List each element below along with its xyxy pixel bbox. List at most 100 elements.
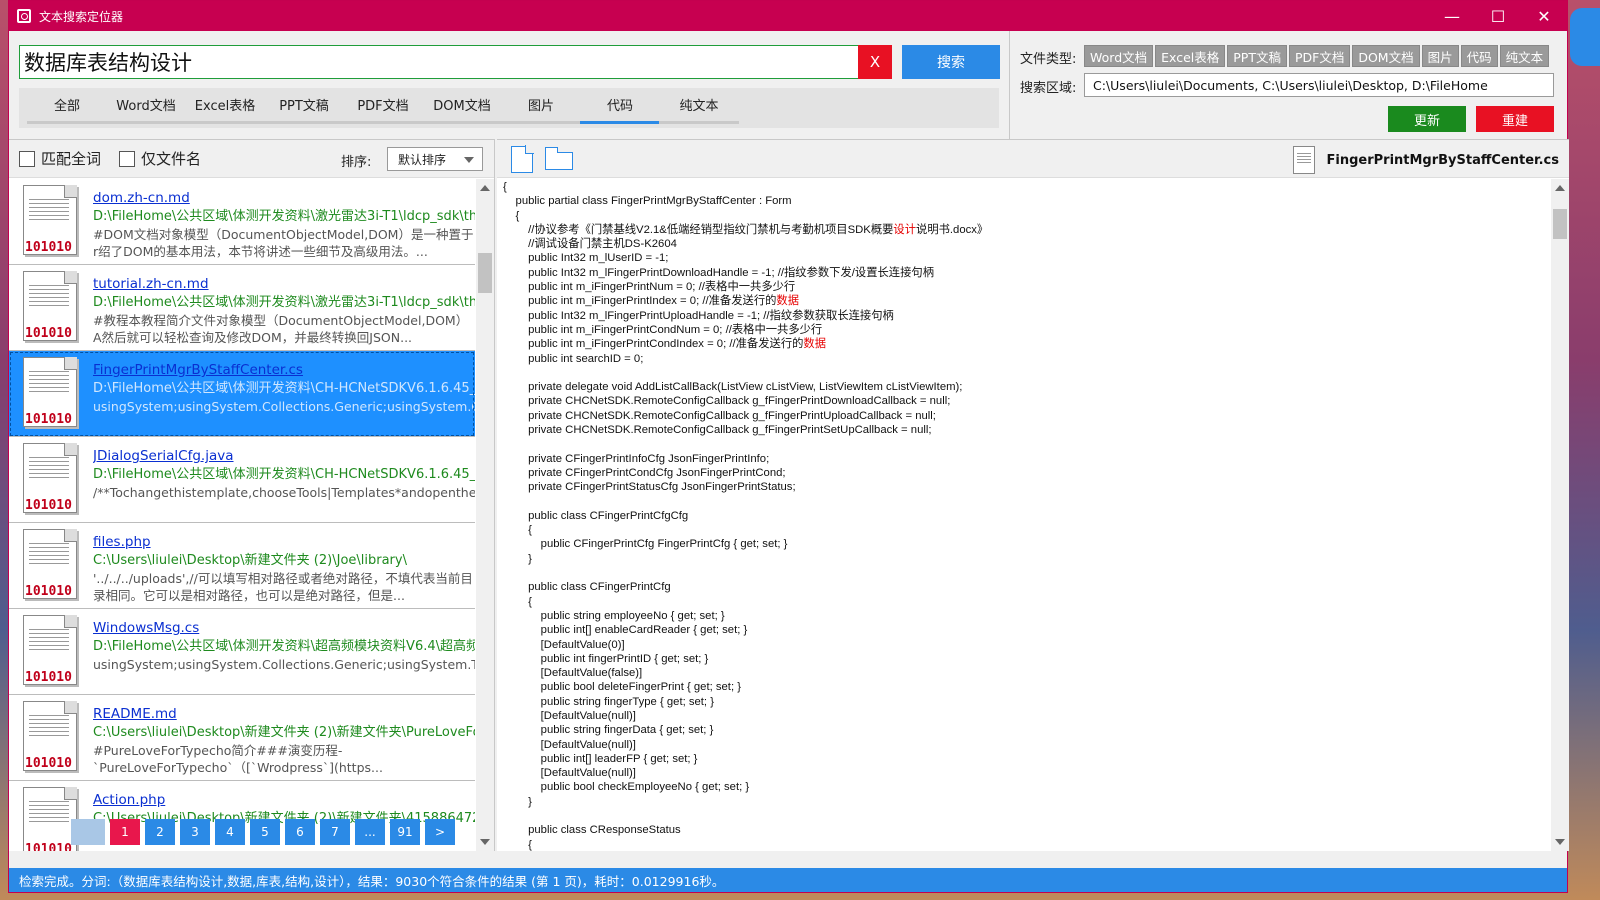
- code-line: public string fingerType { get; set; }: [503, 695, 714, 708]
- tab-image[interactable]: 图片: [501, 88, 581, 124]
- tab-ppt[interactable]: PPT文稿: [264, 88, 344, 124]
- tab-pdf[interactable]: PDF文档: [343, 88, 423, 124]
- open-file-icon[interactable]: [511, 145, 534, 173]
- code-line: public int m_iFingerPrintCondNum = 0; //…: [503, 323, 823, 336]
- scroll-up-icon[interactable]: [1555, 185, 1565, 191]
- rebuild-index-button[interactable]: 重建: [1476, 106, 1554, 132]
- scroll-down-icon[interactable]: [480, 839, 490, 845]
- scroll-up-icon[interactable]: [480, 185, 490, 191]
- page-button[interactable]: 2: [145, 819, 175, 845]
- result-file-name[interactable]: dom.zh-cn.md: [93, 189, 475, 207]
- file-type-chip-word[interactable]: Word文档: [1084, 45, 1154, 67]
- tab-all[interactable]: 全部: [27, 88, 107, 124]
- maximize-button[interactable]: ☐: [1475, 1, 1521, 31]
- search-button[interactable]: 搜索: [902, 45, 1000, 79]
- code-preview[interactable]: { public partial class FingerPrintMgrByS…: [497, 179, 1549, 851]
- file-type-chip-ppt[interactable]: PPT文稿: [1227, 45, 1287, 67]
- checkbox-box[interactable]: [119, 150, 136, 167]
- status-bar: 检索完成。分词:（数据库表结构设计,数据,库表,结构,设计），结果：9030个符…: [9, 868, 1567, 892]
- tab-dom[interactable]: DOM文档: [422, 88, 502, 124]
- result-file-name[interactable]: FingerPrintMgrByStaffCenter.cs: [93, 361, 475, 379]
- tab-plaintext[interactable]: 纯文本: [659, 88, 739, 124]
- sort-select[interactable]: 默认排序: [387, 147, 483, 171]
- file-type-chip-pdf[interactable]: PDF文档: [1288, 45, 1351, 67]
- page-button[interactable]: 4: [215, 819, 245, 845]
- code-line: public Int32 m_lUserID = -1;: [503, 252, 669, 265]
- pagination: 1 2 3 4 5 6 7 ... 91 >: [71, 819, 460, 845]
- code-line: [DefaultValue(null)]: [503, 767, 636, 780]
- search-area-input[interactable]: [1084, 73, 1554, 97]
- side-assistant-icon[interactable]: [1570, 8, 1600, 66]
- code-line: private CHCNetSDK.RemoteConfigCallback g…: [503, 424, 932, 437]
- update-index-button[interactable]: 更新: [1388, 106, 1466, 132]
- open-folder-icon[interactable]: [544, 147, 573, 170]
- code-line: public class CFingerPrintCfg: [503, 581, 671, 594]
- chevron-down-icon: [464, 157, 474, 163]
- result-options: 匹配全词 仅文件名 排序: 默认排序: [9, 140, 494, 178]
- checkbox-box[interactable]: [19, 150, 35, 167]
- file-type-chip-code[interactable]: 代码: [1460, 45, 1498, 67]
- result-file-name[interactable]: tutorial.zh-cn.md: [93, 275, 475, 293]
- preview-file-header: FingerPrintMgrByStaffCenter.cs: [1292, 146, 1559, 174]
- code-line: //调试设备门禁主机DS-K2604: [503, 238, 677, 251]
- page-ellipsis[interactable]: ...: [355, 819, 385, 845]
- result-file-name[interactable]: WindowsMsg.cs: [93, 619, 475, 637]
- file-type-chip-dom[interactable]: DOM文档: [1352, 45, 1420, 67]
- tab-code[interactable]: 代码: [580, 88, 660, 124]
- code-line: {: [503, 838, 532, 851]
- scroll-down-icon[interactable]: [1555, 839, 1565, 845]
- result-file-path: D:\FileHome\公共区域\体测开发资料\超高频模块资料V6.4\超高频模: [93, 639, 475, 654]
- title-bar[interactable]: 文本搜索定位器 — ☐ ✕: [9, 1, 1567, 31]
- keyword-highlight: 设计: [893, 223, 917, 236]
- preview-scrollbar[interactable]: [1551, 179, 1569, 851]
- result-file-path: D:\FileHome\公共区域\体测开发资料\CH-HCNetSDKV6.1.…: [93, 467, 475, 482]
- result-file-path: D:\FileHome\公共区域\体测开发资料\激光雷达3i-T1\ldcp_s…: [93, 209, 475, 224]
- page-button-current[interactable]: 1: [110, 819, 140, 845]
- file-type-chip-image[interactable]: 图片: [1421, 45, 1459, 67]
- search-input[interactable]: [19, 45, 859, 79]
- results-scrollbar[interactable]: [476, 179, 494, 851]
- code-line: public class CFingerPrintCfgCfg: [503, 509, 689, 522]
- code-line: private CHCNetSDK.RemoteConfigCallback g…: [503, 409, 936, 422]
- tab-word[interactable]: Word文档: [106, 88, 186, 124]
- preview-toolbar: FingerPrintMgrByStaffCenter.cs: [497, 140, 1569, 178]
- page-button[interactable]: 6: [285, 819, 315, 845]
- code-file-icon: 101010: [23, 529, 81, 601]
- result-item[interactable]: 101010 dom.zh-cn.md D:\FileHome\公共区域\体测开发…: [9, 179, 475, 265]
- result-file-path: C:\Users\liulei\Desktop\新建文件夹 (2)\新建文件夹\…: [93, 725, 475, 740]
- filename-only-checkbox[interactable]: 仅文件名: [119, 148, 201, 169]
- result-item[interactable]: 101010 README.md C:\Users\liulei\Desktop\…: [9, 695, 475, 781]
- file-type-chip-excel[interactable]: Excel表格: [1155, 45, 1226, 67]
- page-next-button[interactable]: >: [425, 819, 455, 845]
- result-file-name[interactable]: README.md: [93, 705, 475, 723]
- result-file-name[interactable]: files.php: [93, 533, 475, 551]
- close-button[interactable]: ✕: [1521, 1, 1567, 31]
- page-button[interactable]: 5: [250, 819, 280, 845]
- page-button[interactable]: 3: [180, 819, 210, 845]
- match-whole-word-checkbox[interactable]: 匹配全词: [19, 148, 101, 169]
- result-item[interactable]: 101010 WindowsMsg.cs D:\FileHome\公共区域\体测开…: [9, 609, 475, 695]
- clear-search-button[interactable]: X: [858, 45, 892, 79]
- result-snippet: usingSystem;usingSystem.Collections.Gene…: [93, 657, 475, 672]
- code-line: {: [503, 181, 507, 193]
- result-file-path: C:\Users\liulei\Desktop\新建文件夹 (2)\Joe\li…: [93, 553, 407, 568]
- code-line: private CFingerPrintCondCfg JsonFingerPr…: [503, 466, 786, 479]
- result-item[interactable]: 101010 JDialogSerialCfg.java D:\FileHome\…: [9, 437, 475, 523]
- file-type-chip-text[interactable]: 纯文本: [1499, 45, 1550, 67]
- scroll-thumb[interactable]: [478, 253, 492, 293]
- code-line: public Int32 m_lFingerPrintDownloadHandl…: [503, 266, 934, 279]
- code-line: public int fingerPrintID { get; set; }: [503, 652, 709, 665]
- result-file-name[interactable]: Action.php: [93, 791, 475, 809]
- scroll-thumb[interactable]: [1553, 209, 1567, 239]
- result-file-name[interactable]: JDialogSerialCfg.java: [93, 447, 475, 465]
- code-line: public Int32 m_lFingerPrintUploadHandle …: [503, 309, 894, 322]
- code-line: public string fingerData { get; set; }: [503, 724, 714, 737]
- result-item[interactable]: 101010 tutorial.zh-cn.md D:\FileHome\公共区域…: [9, 265, 475, 351]
- result-item-selected[interactable]: 101010 FingerPrintMgrByStaffCenter.cs D:\…: [9, 351, 475, 437]
- page-button-last[interactable]: 91: [390, 819, 420, 845]
- page-button[interactable]: 7: [320, 819, 350, 845]
- result-item[interactable]: 101010 files.php C:\Users\liulei\Desktop\…: [9, 523, 475, 609]
- tab-excel[interactable]: Excel表格: [185, 88, 265, 124]
- minimize-button[interactable]: —: [1429, 1, 1475, 31]
